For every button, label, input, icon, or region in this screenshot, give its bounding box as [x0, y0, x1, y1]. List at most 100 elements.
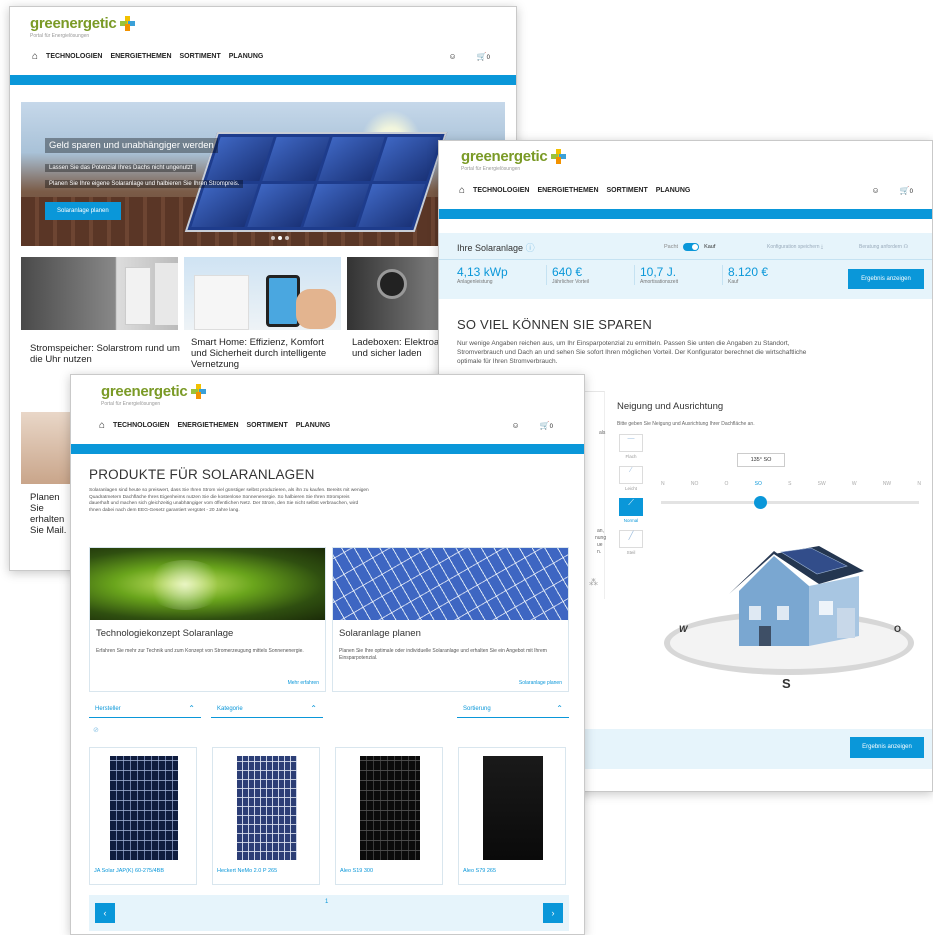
teaser-planen[interactable]: Solaranlage planen Planen Sie Ihre optim…: [332, 547, 569, 692]
nav-item-technologien[interactable]: TECHNOLOGIEN: [113, 422, 169, 429]
brand-tagline: Portal für Energielösungen: [101, 401, 161, 407]
result-button-top[interactable]: Ergebnis anzeigen: [848, 269, 924, 289]
pagination-prev-button[interactable]: ‹: [95, 903, 115, 923]
chevron-up-icon: ⌃: [310, 704, 317, 713]
tilt-steil-icon[interactable]: ╱: [619, 530, 643, 548]
nav-item-technologien[interactable]: TECHNOLOGIEN: [473, 187, 529, 194]
nav-item-planung[interactable]: PLANUNG: [296, 422, 331, 429]
left-fragment-1: als: [599, 430, 606, 436]
hero-plan-button[interactable]: Solaranlage planen: [45, 202, 121, 220]
orientation-labels: N NO O SO S SW W NW N: [661, 481, 921, 487]
toggle-switch[interactable]: [683, 243, 700, 251]
product-card[interactable]: Aleo S79 265: [458, 747, 566, 885]
orient-label-selected: SO: [754, 481, 762, 487]
teaser-link-technologie[interactable]: Mehr erfahren: [288, 680, 319, 686]
product-name[interactable]: Aleo S19 300: [340, 868, 373, 874]
tilt-flach-icon[interactable]: —: [619, 434, 643, 452]
main-nav: ⌂ TECHNOLOGIEN ENERGIETHEMEN SORTIMENT P…: [32, 51, 506, 62]
nav-item-sortiment[interactable]: SORTIMENT: [247, 422, 288, 429]
user-icon[interactable]: ☺: [512, 421, 520, 430]
product-image: [360, 756, 420, 860]
nav-item-energiethemen[interactable]: ENERGIETHEMEN: [177, 422, 238, 429]
compass-o-label: O: [894, 624, 902, 634]
nav-item-planung[interactable]: PLANUNG: [229, 53, 264, 60]
card-title-smarthome[interactable]: Smart Home: Effizienz, Komfort und Siche…: [191, 337, 341, 370]
cart-count: 0: [486, 55, 490, 61]
user-icon[interactable]: ☺: [449, 52, 457, 61]
panel-title: Ihre Solaranlage ⓘ: [457, 243, 535, 253]
product-name[interactable]: Heckert NeMo 2.0 P 265: [217, 868, 277, 874]
home-icon[interactable]: ⌂: [459, 185, 465, 196]
orientation-slider[interactable]: [661, 501, 919, 504]
chevron-up-icon: ⌃: [188, 704, 195, 713]
filter-sortierung[interactable]: Sortierung ⌃: [457, 700, 569, 718]
carousel-dots[interactable]: [271, 236, 289, 240]
plus-logo-icon: [191, 384, 207, 399]
teaser-link-planen[interactable]: Solaranlage planen: [519, 680, 562, 686]
product-card[interactable]: JA Solar JAP(K) 60-275/4BB: [89, 747, 197, 885]
card-title-lower[interactable]: Planen Sie erhalten Sie Mail.: [30, 492, 74, 536]
nav-item-energiethemen[interactable]: ENERGIETHEMEN: [110, 53, 171, 60]
hero-line1: Lassen Sie das Potenzial Ihres Dachs nic…: [45, 164, 197, 172]
savings-intro: Nur wenige Angaben reichen aus, um Ihr E…: [457, 340, 807, 365]
orient-label: N: [661, 481, 665, 487]
orient-label: W: [851, 481, 857, 487]
product-name[interactable]: JA Solar JAP(K) 60-275/4BB: [94, 868, 164, 874]
user-icon[interactable]: ☺: [872, 186, 880, 195]
brand-logo[interactable]: greenergetic Portal für Energielösungen: [101, 383, 207, 407]
teaser-technologie[interactable]: Technologiekonzept Solaranlage Erfahren …: [89, 547, 326, 692]
orient-label: NW: [882, 481, 892, 487]
toggle-left-label: Pacht: [664, 244, 679, 250]
filter-hersteller[interactable]: Hersteller ⌃: [89, 700, 201, 718]
cart-icon[interactable]: 🛒0: [540, 421, 561, 430]
orientation-slider-handle[interactable]: [754, 496, 767, 509]
hero-banner: Geld sparen und unabhängiger werden Lass…: [21, 102, 505, 246]
teaser-title-planen: Solaranlage planen: [339, 628, 421, 639]
product-card[interactable]: Heckert NeMo 2.0 P 265: [212, 747, 320, 885]
left-fragment-5: n.: [597, 549, 602, 555]
cart-count: 0: [909, 189, 913, 195]
stat-power: 4,13 kWp Anlagenleistung: [457, 265, 508, 285]
nav-item-planung[interactable]: PLANUNG: [656, 187, 691, 194]
card-image-stromspeicher[interactable]: [21, 257, 178, 330]
tilt-leicht-label: Leicht: [624, 486, 637, 491]
product-card[interactable]: Aleo S19 300: [335, 747, 443, 885]
reset-filter-icon[interactable]: ⊘: [93, 726, 99, 734]
person-icon: ⁂: [589, 577, 598, 587]
card-title-stromspeicher[interactable]: Stromspeicher: Solarstrom rund um die Uh…: [30, 343, 180, 365]
advice-link[interactable]: Beratung anfordern ☊: [859, 244, 908, 250]
brand-name: greenergetic: [461, 148, 548, 165]
filter-kategorie[interactable]: Kategorie ⌃: [211, 700, 323, 718]
tilt-normal-icon[interactable]: ⟋: [619, 498, 643, 516]
save-config-link[interactable]: Konfiguration speichern ⤓: [767, 244, 823, 250]
orient-label: O: [724, 481, 729, 487]
home-icon[interactable]: ⌂: [99, 420, 105, 431]
teaser-image-panels: [333, 548, 568, 620]
pacht-kauf-toggle[interactable]: Pacht Kauf: [664, 243, 715, 251]
nav-item-sortiment[interactable]: SORTIMENT: [180, 53, 221, 60]
brand-tagline: Portal für Energielösungen: [461, 166, 521, 172]
tilt-options: — Flach ⁄ Leicht ⟋ Normal ╱ Steil: [619, 434, 643, 555]
info-icon[interactable]: ⓘ: [526, 243, 535, 253]
pagination-next-button[interactable]: ›: [543, 903, 563, 923]
pagination-current-page[interactable]: 1: [325, 899, 328, 905]
home-icon[interactable]: ⌂: [32, 51, 38, 62]
house-illustration: [729, 546, 864, 646]
accent-bar: [71, 444, 584, 454]
left-fragment-3: nung: [595, 535, 607, 541]
hero-title: Geld sparen und unabhängiger werden: [45, 138, 218, 153]
nav-item-energiethemen[interactable]: ENERGIETHEMEN: [537, 187, 598, 194]
nav-item-sortiment[interactable]: SORTIMENT: [607, 187, 648, 194]
cart-icon[interactable]: 🛒0: [900, 186, 921, 195]
card-image-smarthome[interactable]: [184, 257, 341, 330]
brand-logo[interactable]: greenergetic Portal für Energielösungen: [461, 148, 567, 172]
tilt-leicht-icon[interactable]: ⁄: [619, 466, 643, 484]
product-name[interactable]: Aleo S79 265: [463, 868, 496, 874]
cart-icon[interactable]: 🛒0: [477, 52, 498, 61]
result-button-bottom[interactable]: Ergebnis anzeigen: [850, 737, 924, 758]
stat-advantage: 640 € Jährlicher Vorteil: [546, 265, 589, 285]
tilt-steil-label: Steil: [626, 550, 636, 555]
summary-panel: Ihre Solaranlage ⓘ Pacht Kauf Konfigurat…: [439, 233, 932, 299]
brand-logo[interactable]: greenergetic Portal für Energielösungen: [30, 15, 136, 39]
nav-item-technologien[interactable]: TECHNOLOGIEN: [46, 53, 102, 60]
